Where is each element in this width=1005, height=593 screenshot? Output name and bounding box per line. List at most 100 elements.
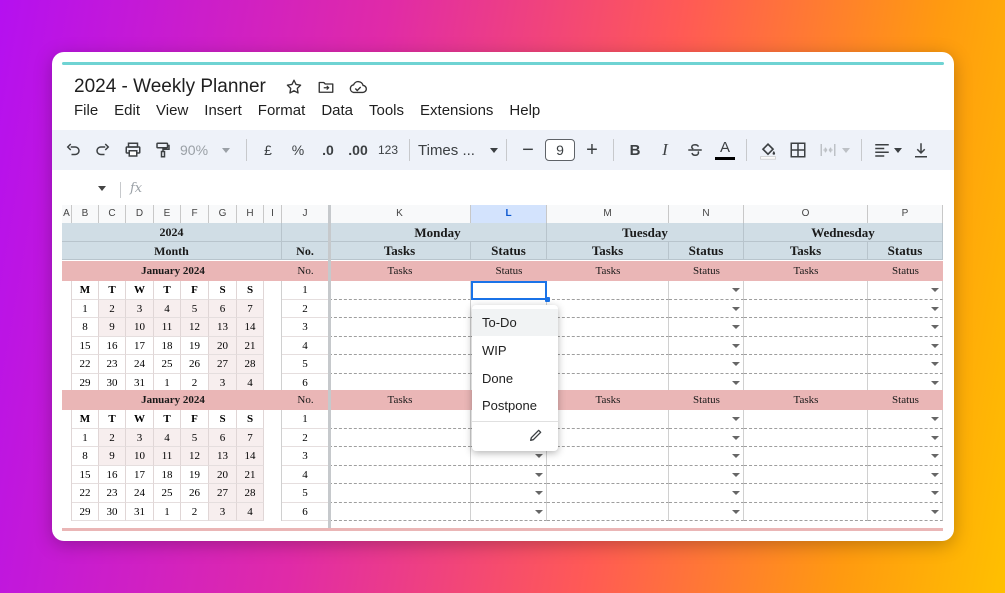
name-box-dropdown-icon[interactable] <box>98 186 106 191</box>
menu-data[interactable]: Data <box>321 102 353 119</box>
horizontal-align-icon[interactable] <box>870 136 904 164</box>
column-header-o[interactable]: O <box>744 205 868 223</box>
redo-icon[interactable] <box>90 136 116 164</box>
calendar-day: 10 <box>126 318 154 337</box>
dropdown-arrow-icon[interactable] <box>535 509 543 514</box>
column-header-g[interactable]: G <box>209 205 237 223</box>
fill-color-icon[interactable] <box>755 136 781 164</box>
column-header-e[interactable]: E <box>154 205 181 223</box>
column-header-j[interactable]: J <box>282 205 329 223</box>
dropdown-arrow-icon[interactable] <box>732 362 740 366</box>
dropdown-option-done[interactable]: Done <box>472 365 558 392</box>
font-select[interactable]: Times ... <box>418 136 498 164</box>
menu-view[interactable]: View <box>156 102 188 119</box>
column-header-l[interactable]: L <box>471 205 547 223</box>
dropdown-arrow-icon[interactable] <box>732 435 740 440</box>
dropdown-arrow-icon[interactable] <box>732 509 740 514</box>
paint-format-icon[interactable] <box>150 136 176 164</box>
italic-button[interactable]: I <box>652 136 678 164</box>
menu-file[interactable]: File <box>74 102 98 119</box>
menu-tools[interactable]: Tools <box>369 102 404 119</box>
column-header-n[interactable]: N <box>669 205 744 223</box>
font-size-decrease-button[interactable]: − <box>515 136 541 164</box>
menu-help[interactable]: Help <box>509 102 540 119</box>
vertical-align-icon[interactable] <box>908 136 934 164</box>
column-header-d[interactable]: D <box>126 205 154 223</box>
tasks-header: Tasks <box>547 242 669 260</box>
dropdown-arrow-icon[interactable] <box>931 362 939 366</box>
selection-handle[interactable] <box>545 297 550 302</box>
column-header-b[interactable]: B <box>72 205 99 223</box>
dropdown-arrow-icon[interactable] <box>732 454 740 458</box>
row-number: 4 <box>282 465 329 484</box>
cloud-saved-icon[interactable] <box>346 75 370 99</box>
undo-icon[interactable] <box>60 136 86 164</box>
percent-button[interactable]: % <box>285 136 311 164</box>
dropdown-arrow-icon[interactable] <box>931 288 939 292</box>
selected-cell[interactable] <box>471 281 547 300</box>
status-header: Status <box>471 242 547 260</box>
menu-edit[interactable]: Edit <box>114 102 140 119</box>
dropdown-arrow-icon[interactable] <box>931 472 939 477</box>
dropdown-arrow-icon[interactable] <box>931 509 939 514</box>
dropdown-arrow-icon[interactable] <box>931 325 939 329</box>
dropdown-arrow-icon[interactable] <box>535 454 543 458</box>
dropdown-arrow-icon[interactable] <box>931 454 939 458</box>
menu-insert[interactable]: Insert <box>204 102 242 119</box>
dropdown-arrow-icon[interactable] <box>732 325 740 329</box>
print-icon[interactable] <box>120 136 146 164</box>
text-color-button[interactable]: A <box>712 136 738 164</box>
column-header-m[interactable]: M <box>547 205 669 223</box>
strikethrough-button[interactable] <box>682 136 708 164</box>
dropdown-arrow-icon[interactable] <box>732 472 740 477</box>
dropdown-arrow-icon[interactable] <box>931 417 939 421</box>
column-header-a[interactable]: A <box>62 205 72 223</box>
task-cell <box>547 428 669 447</box>
star-icon[interactable] <box>282 75 306 99</box>
tasks-label: Tasks <box>744 390 868 410</box>
merge-cells-icon[interactable] <box>815 136 853 164</box>
dropdown-arrow-icon[interactable] <box>732 417 740 421</box>
tasks-label: Tasks <box>329 261 471 281</box>
dropdown-arrow-icon[interactable] <box>931 343 939 348</box>
dropdown-arrow-icon[interactable] <box>931 435 939 440</box>
dropdown-arrow-icon[interactable] <box>732 491 740 495</box>
font-size-input[interactable]: 9 <box>545 139 575 161</box>
dropdown-option-postpone[interactable]: Postpone <box>472 392 558 419</box>
column-header-i[interactable]: I <box>264 205 282 223</box>
no-header-blank <box>282 223 329 242</box>
zoom-select[interactable]: 90% <box>180 136 238 164</box>
increase-decimal-button[interactable]: .00 <box>345 136 371 164</box>
menu-format[interactable]: Format <box>258 102 306 119</box>
dropdown-arrow-icon[interactable] <box>732 288 740 292</box>
dropdown-option-todo[interactable]: To-Do <box>472 309 558 336</box>
bold-button[interactable]: B <box>622 136 648 164</box>
blank-cell <box>264 299 282 318</box>
column-header-p[interactable]: P <box>868 205 943 223</box>
menu-extensions[interactable]: Extensions <box>420 102 493 119</box>
dropdown-arrow-icon[interactable] <box>931 491 939 495</box>
formula-divider <box>120 182 121 198</box>
currency-button[interactable]: £ <box>255 136 281 164</box>
dropdown-arrow-icon[interactable] <box>732 343 740 348</box>
dropdown-option-wip[interactable]: WIP <box>472 337 558 364</box>
dropdown-arrow-icon[interactable] <box>535 491 543 495</box>
font-size-increase-button[interactable]: + <box>579 136 605 164</box>
edit-pencil-icon[interactable] <box>528 427 544 448</box>
column-header-f[interactable]: F <box>181 205 209 223</box>
dropdown-arrow-icon[interactable] <box>732 306 740 311</box>
calendar-day: 28 <box>237 355 264 374</box>
dropdown-arrow-icon[interactable] <box>931 380 939 385</box>
column-header-c[interactable]: C <box>99 205 126 223</box>
move-folder-icon[interactable] <box>314 75 338 99</box>
borders-icon[interactable] <box>785 136 811 164</box>
status-dropdown-menu: To-Do WIP Done Postpone <box>472 305 558 451</box>
dropdown-arrow-icon[interactable] <box>535 472 543 477</box>
dropdown-arrow-icon[interactable] <box>732 380 740 385</box>
column-header-k[interactable]: K <box>329 205 471 223</box>
document-title[interactable]: 2024 - Weekly Planner <box>74 76 266 98</box>
decrease-decimal-button[interactable]: .0 <box>315 136 341 164</box>
column-header-h[interactable]: H <box>237 205 264 223</box>
number-format-button[interactable]: 123 <box>375 136 401 164</box>
dropdown-arrow-icon[interactable] <box>931 306 939 311</box>
